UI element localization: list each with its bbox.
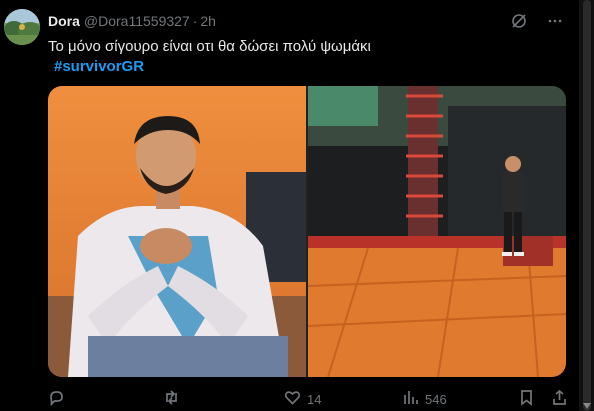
scrollbar[interactable] — [579, 0, 594, 411]
retweet-icon — [163, 389, 180, 409]
reply-icon — [48, 389, 65, 409]
tweet-media[interactable] — [48, 86, 566, 377]
tweet-header: Dora @Dora11559327 · 2h — [48, 11, 216, 31]
retweet-button[interactable] — [163, 389, 186, 409]
scrollbar-thumb[interactable] — [583, 0, 591, 411]
more-icon[interactable] — [546, 12, 564, 35]
share-icon — [551, 389, 568, 409]
media-photo-right[interactable] — [308, 86, 566, 377]
tweet-actions: 14 546 — [48, 389, 568, 409]
bookmark-button[interactable] — [518, 389, 535, 409]
grok-icon[interactable] — [510, 12, 528, 35]
reply-button[interactable] — [48, 389, 71, 409]
timestamp[interactable]: 2h — [200, 13, 216, 29]
hashtag-link[interactable]: #survivorGR — [54, 57, 144, 77]
like-count: 14 — [307, 391, 322, 407]
bookmark-icon — [518, 389, 535, 409]
like-icon — [284, 389, 301, 409]
views-icon — [402, 389, 419, 409]
scroll-down-arrow-icon[interactable] — [583, 403, 591, 409]
tweet-text: Το μόνο σίγουρο είναι οτι θα δώσει πολύ … — [48, 38, 371, 55]
view-count: 546 — [425, 391, 447, 407]
views-button[interactable]: 546 — [402, 389, 447, 409]
avatar[interactable] — [4, 9, 40, 45]
like-button[interactable]: 14 — [284, 389, 321, 409]
share-button[interactable] — [551, 389, 568, 409]
tweet[interactable]: Dora @Dora11559327 · 2h Το μόνο σίγουρο … — [0, 0, 594, 411]
author-handle[interactable]: @Dora11559327 — [84, 13, 190, 29]
author-name[interactable]: Dora — [48, 13, 80, 29]
header-actions — [510, 12, 564, 35]
separator-dot: · — [192, 13, 198, 29]
media-photo-left[interactable] — [48, 86, 306, 377]
